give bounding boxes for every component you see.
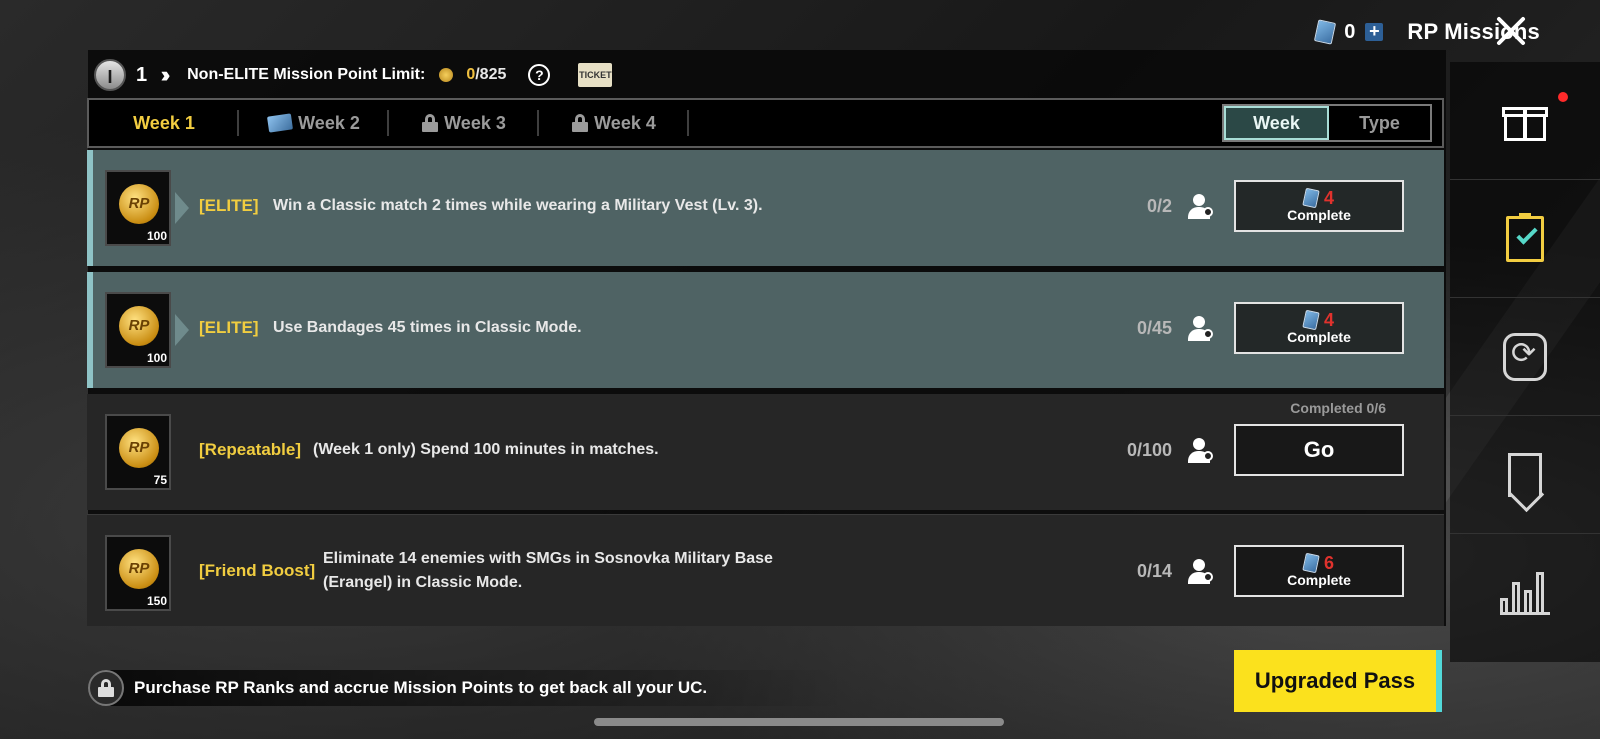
ticket-icon: [1302, 187, 1320, 209]
mission-tag: [ELITE]: [199, 196, 259, 215]
lock-icon: [98, 679, 114, 697]
info-row: I 1 › › Non-ELITE Mission Point Limit: 0…: [94, 58, 613, 92]
tab-label: Week 2: [298, 112, 360, 133]
rank-badge[interactable]: I: [94, 59, 126, 91]
uc-lock-icon: [88, 670, 124, 706]
mission-description: Use Bandages 45 times in Classic Mode.: [273, 319, 582, 336]
sidebar-item-rewards[interactable]: [1450, 62, 1600, 180]
go-button[interactable]: Go: [1234, 424, 1404, 476]
rp-coin-icon: RP: [119, 549, 159, 589]
limit-value: 0/825: [466, 66, 506, 84]
side-nav: [1450, 62, 1600, 662]
mission-progress: 0/2: [1146, 196, 1172, 216]
lock-icon: [422, 114, 439, 132]
mission-point-icon: [439, 68, 454, 82]
limit-current: 0: [466, 66, 476, 83]
mission-progress: 0/45: [1136, 318, 1172, 338]
mission-reward-icon: RP 100: [105, 292, 171, 368]
mission-description: Win a Classic match 2 times while wearin…: [273, 197, 763, 214]
toggle-type[interactable]: Type: [1329, 106, 1430, 140]
week-tabs: Week 1 Week 2 Week 3 Week 4 Week Type: [87, 98, 1444, 148]
complete-button[interactable]: 4 Complete: [1234, 302, 1404, 354]
toggle-week[interactable]: Week: [1224, 106, 1329, 140]
complete-cost: 6: [1302, 552, 1334, 574]
tab-label: Week 4: [594, 112, 656, 133]
tab-week-3[interactable]: Week 3: [389, 100, 539, 146]
mission-reward-icon: RP 100: [105, 170, 171, 246]
cost-value: 4: [1323, 310, 1334, 330]
ticket-count: 0: [1344, 20, 1356, 43]
complete-cost: 4: [1302, 309, 1334, 331]
mission-tag: [ELITE]: [199, 318, 259, 337]
tab-week-2[interactable]: Week 2: [239, 100, 389, 146]
button-label: Complete: [1287, 572, 1351, 588]
button-label: Complete: [1287, 207, 1351, 223]
mission-row: RP 100 [ELITE] Use Bandages 45 times in …: [87, 272, 1444, 388]
sidebar-item-bookmark[interactable]: [1450, 416, 1600, 534]
view-toggle: Week Type: [1222, 104, 1432, 142]
home-indicator[interactable]: [594, 718, 1004, 726]
tab-week-1[interactable]: Week 1: [89, 100, 239, 146]
upgraded-pass-button[interactable]: Upgraded Pass: [1234, 650, 1442, 712]
tab-divider: [687, 110, 689, 136]
sidebar-item-exchange[interactable]: [1450, 298, 1600, 416]
bottom-info-bar: Purchase RP Ranks and accrue Mission Poi…: [88, 670, 848, 706]
stats-chart-icon: [1500, 571, 1550, 615]
mission-description: (Week 1 only) Spend 100 minutes in match…: [313, 441, 659, 458]
complete-button[interactable]: 6 Complete: [1234, 545, 1404, 597]
mission-clipboard-icon: [1506, 212, 1544, 262]
rank-number: 1: [136, 63, 148, 86]
gift-icon: [1502, 101, 1548, 141]
arrow-decoration: [175, 314, 189, 346]
find-teammate-icon[interactable]: [1188, 194, 1216, 220]
tab-label: Week 1: [133, 112, 195, 133]
arrow-decoration: [175, 192, 189, 224]
mission-tag: [Friend Boost]: [199, 561, 316, 580]
complete-cost: 4: [1302, 187, 1334, 209]
mission-description: Eliminate 14 enemies with SMGs in Sosnov…: [323, 550, 773, 591]
add-ticket-button[interactable]: +: [1365, 22, 1384, 41]
notification-dot: [1558, 92, 1568, 102]
complete-button[interactable]: 4 Complete: [1234, 180, 1404, 232]
find-teammate-icon[interactable]: [1188, 559, 1216, 585]
mission-row: RP 100 [ELITE] Win a Classic match 2 tim…: [87, 150, 1444, 266]
mission-reward-icon: RP 75: [105, 414, 171, 490]
cost-value: 4: [1323, 188, 1334, 208]
mission-points: 150: [146, 594, 167, 608]
ticket-icon: [1314, 19, 1337, 45]
close-icon[interactable]: [1494, 14, 1528, 48]
lock-icon: [572, 114, 589, 132]
rp-coin-icon: RP: [119, 306, 159, 346]
tab-week-4[interactable]: Week 4: [539, 100, 689, 146]
find-teammate-icon[interactable]: [1188, 316, 1216, 342]
bottom-info-text: Purchase RP Ranks and accrue Mission Poi…: [134, 678, 708, 697]
ticket-icon[interactable]: TICKET: [578, 63, 613, 87]
rp-coin-icon: RP: [119, 428, 159, 468]
rp-coin-icon: RP: [119, 184, 159, 224]
mission-row: RP 75 [Repeatable] (Week 1 only) Spend 1…: [87, 394, 1444, 510]
ticket-icon: [267, 113, 294, 133]
mission-row: RP 150 [Friend Boost] Eliminate 14 enemi…: [87, 514, 1444, 626]
tab-label: Week 3: [444, 112, 506, 133]
help-icon[interactable]: ?: [528, 64, 551, 86]
mission-points: 100: [146, 351, 167, 365]
cycle-icon: [1503, 332, 1547, 381]
limit-max: /825: [475, 66, 507, 83]
sidebar-item-stats[interactable]: [1450, 534, 1600, 652]
ticket-icon: [1302, 552, 1320, 574]
mission-progress: 0/100: [1126, 440, 1172, 460]
mission-points: 100: [146, 229, 167, 243]
mission-tag: [Repeatable]: [199, 440, 302, 459]
mission-points: 75: [153, 473, 167, 487]
mission-progress: 0/14: [1136, 561, 1172, 581]
button-label: Complete: [1287, 329, 1351, 345]
mission-reward-icon: RP 150: [105, 535, 171, 611]
bookmark-icon: [1508, 452, 1542, 497]
completed-count: Completed 0/6: [1290, 400, 1386, 416]
limit-label: Non-ELITE Mission Point Limit:: [187, 66, 426, 83]
find-teammate-icon[interactable]: [1188, 438, 1216, 464]
sidebar-item-missions[interactable]: [1450, 180, 1600, 298]
ticket-icon: [1302, 309, 1320, 331]
cost-value: 6: [1323, 553, 1334, 573]
